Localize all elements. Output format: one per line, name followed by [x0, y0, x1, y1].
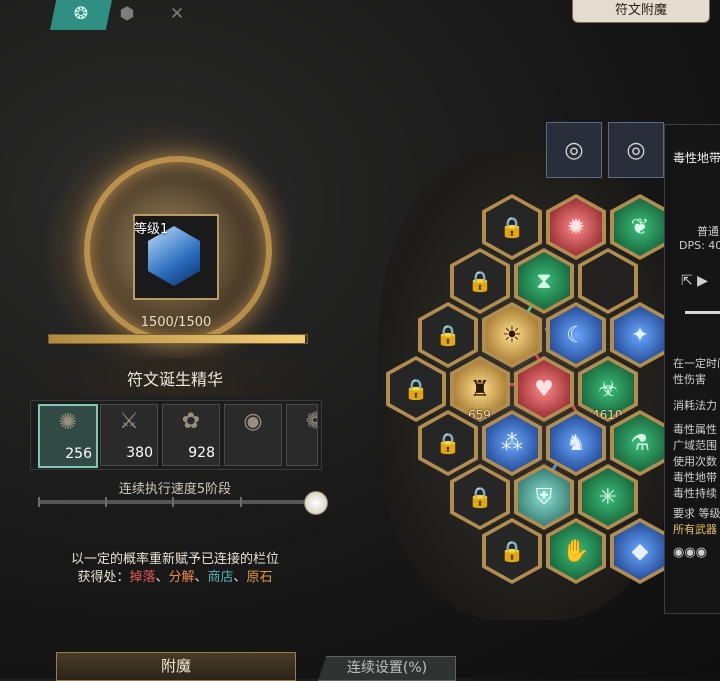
- tooltip-dps: DPS: 40: [679, 239, 720, 252]
- separator: 、: [233, 570, 247, 585]
- equipped-rune-slot[interactable]: ◎: [608, 122, 664, 178]
- tab-rune[interactable]: ❂: [50, 0, 112, 30]
- spark-rune-icon: ✦: [614, 306, 666, 364]
- tooltip-mana-cost: 消耗法力: [673, 399, 717, 412]
- essence-progress-fill: [49, 335, 305, 343]
- lock-icon: 🔒: [454, 468, 506, 526]
- source-shop: 商店: [207, 570, 234, 585]
- spiral-rune-icon: ◎: [564, 137, 584, 163]
- tooltip-requirement: 要求 等级: [673, 507, 720, 520]
- heart-rune-icon: ♥: [518, 360, 570, 418]
- shield-rune-icon: ⛨: [518, 468, 570, 526]
- tab-hexagon[interactable]: ⬢: [112, 0, 142, 30]
- material-slot[interactable]: ❁: [286, 404, 318, 466]
- slot-count: 928: [188, 445, 215, 461]
- lock-icon: 🔒: [486, 522, 538, 580]
- slider-tick: [38, 497, 40, 507]
- essence-count: 1500/1500: [140, 315, 212, 330]
- skill-tooltip: 毒性地带 普通 DPS: 40 ⇱ ▶ 在一定时间 性伤害 消耗法力 毒性属性 …: [664, 124, 720, 614]
- triple-orb-rune-icon: ⁂: [486, 414, 538, 472]
- lock-icon: 🔒: [422, 306, 474, 364]
- slot-count: 380: [126, 445, 153, 461]
- material-slot[interactable]: ✺ 256: [38, 404, 98, 468]
- speed-slider-track[interactable]: [38, 500, 314, 504]
- tooltip-attr: 使用次数: [673, 455, 717, 468]
- slider-tick: [105, 497, 107, 507]
- tooltip-attr: 毒性属性: [673, 423, 717, 436]
- material-slot[interactable]: ◉: [224, 404, 282, 466]
- speed-label: 连续执行速度5阶段: [118, 482, 232, 497]
- hexagon-tab-icon: ⬢: [119, 4, 135, 24]
- gear-rune-icon: ✺: [58, 410, 78, 435]
- material-slot[interactable]: ⚔ 380: [100, 404, 158, 466]
- dark-orb-icon: ◉: [243, 409, 263, 434]
- essence-name: 符文诞生精华: [126, 370, 223, 389]
- sources-prefix: 获得处：: [77, 570, 130, 585]
- source-ore: 原石: [246, 570, 273, 585]
- lock-icon: 🔒: [454, 252, 506, 310]
- weapon-type-icons: ◉◉◉: [673, 545, 708, 560]
- tab-crossed-tools[interactable]: ✕: [162, 0, 192, 30]
- hand-rune-icon: ✋: [550, 522, 602, 580]
- crossed-tools-tab-icon: ✕: [169, 4, 185, 24]
- sun-rune-icon: ☀: [486, 306, 538, 364]
- page-title: 符文附魔: [572, 0, 710, 23]
- lock-icon: 🔒: [486, 198, 538, 256]
- tooltip-title: 毒性地带: [673, 151, 720, 165]
- lock-icon: 🔒: [390, 360, 442, 418]
- burst-rune-icon: ✳: [582, 468, 634, 526]
- drop-rune-icon: ◆: [614, 522, 666, 580]
- material-slot[interactable]: ✿ 928: [162, 404, 220, 466]
- equipped-rune-slot[interactable]: ◎: [546, 122, 602, 178]
- spiral-rune-icon: ◎: [626, 137, 646, 163]
- tooltip-divider: [685, 311, 720, 314]
- hourglass-rune-icon: ⧗: [518, 252, 570, 310]
- tooltip-attr: 毒性持续: [673, 487, 717, 500]
- rune-tab-icon: ❂: [73, 4, 89, 24]
- flame-rune-icon: ✹: [550, 198, 602, 256]
- lock-icon: 🔒: [422, 414, 474, 472]
- separator: 、: [155, 570, 169, 585]
- moon-rune-icon: ☾: [550, 306, 602, 364]
- figure-rune-icon: ♞: [550, 414, 602, 472]
- enchant-description: 以一定的概率重新赋予已连接的栏位: [70, 552, 279, 567]
- speed-slider-handle[interactable]: [304, 491, 328, 515]
- tooltip-attr: 毒性地带: [673, 471, 717, 484]
- essence-level-label: 等级1: [134, 222, 169, 237]
- source-disassemble: 分解: [168, 570, 195, 585]
- source-drop: 掉落: [129, 570, 156, 585]
- tooltip-attr: 广域范围: [673, 439, 717, 452]
- slot-count: 256: [65, 446, 92, 462]
- tooltip-desc-line1: 在一定时间: [673, 357, 720, 370]
- slider-tick: [172, 497, 174, 507]
- share-icon[interactable]: ⇱ ▶: [681, 273, 708, 289]
- separator: 、: [194, 570, 208, 585]
- leaf-rune-icon: ❦: [614, 198, 666, 256]
- tooltip-weapons: 所有武器: [673, 523, 717, 536]
- slider-tick: [240, 497, 242, 507]
- acquisition-sources: 获得处：掉落、分解、商店、原石: [30, 566, 320, 585]
- partial-item-icon: ❁: [295, 409, 317, 439]
- crossed-blades-icon: ⚔: [119, 409, 139, 434]
- continuous-settings-button[interactable]: 连续设置(%): [318, 656, 456, 681]
- tooltip-grade: 普通: [697, 225, 719, 238]
- flask-rune-icon: ⚗: [614, 414, 666, 472]
- tooltip-desc-line2: 性伤害: [673, 373, 706, 386]
- enchant-button[interactable]: 附魔: [56, 652, 296, 681]
- lotus-icon: ✿: [181, 409, 201, 434]
